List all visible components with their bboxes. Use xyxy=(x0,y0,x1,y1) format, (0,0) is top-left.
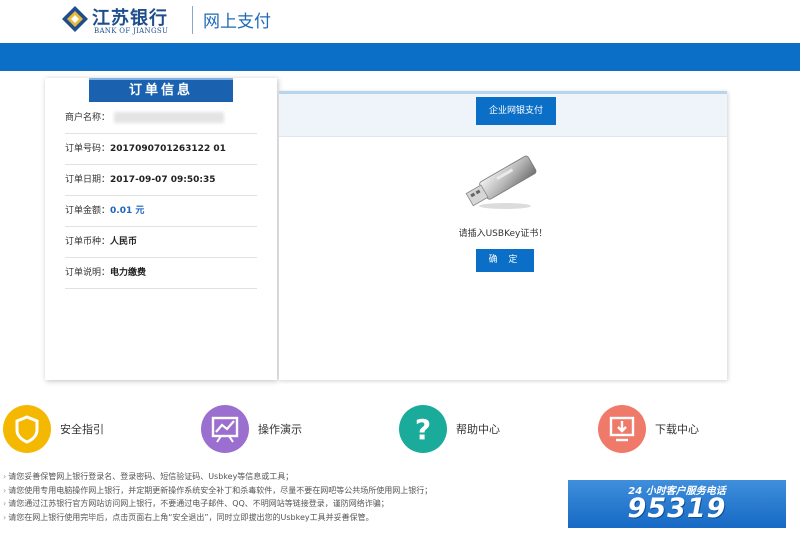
download-monitor-icon xyxy=(598,405,646,453)
order-label: 订单号码： xyxy=(65,144,111,154)
order-info-panel: 订单信息 商户名称： 订单号码：2017090701263122 01 订单日期… xyxy=(45,78,277,380)
order-row-currency: 订单币种：人民币 xyxy=(65,227,257,258)
notice-item: › 请您在网上银行使用完毕后，点击页面右上角“安全退出”，同时立即拔出您的Usbk… xyxy=(3,512,374,522)
order-label: 订单币种： xyxy=(65,237,111,247)
service-label: 下载中心 xyxy=(655,423,699,436)
bank-name-en: BANK OF JIANGSU xyxy=(94,27,169,35)
order-label: 订单日期： xyxy=(65,175,111,185)
order-label: 商户名称： xyxy=(65,113,111,123)
order-row-description: 订单说明：电力缴费 xyxy=(65,258,257,289)
security-notices: › 请您妥善保管网上银行登录名、登录密码、短信验证码、Usbkey等信息或工具； … xyxy=(3,470,563,524)
bank-logo[interactable]: 江苏银行 BANK OF JIANGSU xyxy=(60,2,190,40)
page-title: 网上支付 xyxy=(203,12,271,32)
svg-text:?: ? xyxy=(415,413,431,446)
merchant-name-redacted xyxy=(114,112,225,123)
order-description-value: 电力缴费 xyxy=(110,268,147,278)
order-number-value: 2017090701263122 01 xyxy=(110,144,226,154)
header: 江苏银行 BANK OF JIANGSU 网上支付 xyxy=(0,0,800,43)
service-label: 安全指引 xyxy=(60,423,104,436)
order-row-merchant: 商户名称： xyxy=(65,103,257,134)
order-row-amount: 订单金额：0.01 元 xyxy=(65,196,257,227)
order-currency-value: 人民币 xyxy=(110,237,138,247)
payment-tab-strip: 企业网银支付 xyxy=(279,94,727,137)
service-hotline-banner: 24 小时客户服务电话 95319 xyxy=(568,480,786,528)
service-help-center[interactable]: ? 帮助中心 xyxy=(399,405,519,453)
notice-item: › 请您使用专用电脑操作网上银行，并定期更新操作系统安全补丁和杀毒软件，尽量不要在… xyxy=(3,485,433,495)
order-row-number: 订单号码：2017090701263122 01 xyxy=(65,134,257,165)
order-amount-value: 0.01 元 xyxy=(110,206,145,216)
notice-item: › 请您通过江苏银行官方网站访问网上银行，不要通过电子邮件、QQ、不明网站等链接登… xyxy=(3,499,389,508)
service-security-guide[interactable]: 安全指引 xyxy=(3,405,123,453)
question-icon: ? xyxy=(399,405,447,453)
bank-logo-icon xyxy=(62,6,88,32)
confirm-button[interactable]: 确 定 xyxy=(476,249,534,272)
order-label: 订单金额： xyxy=(65,206,111,216)
hotline-number: 95319 xyxy=(627,493,727,524)
service-label: 操作演示 xyxy=(258,423,302,436)
tab-enterprise-payment[interactable]: 企业网银支付 xyxy=(476,97,556,125)
payment-panel: 企业网银支付 请插入USBKey证书！ 确 定 xyxy=(279,91,727,380)
nav-bar xyxy=(0,43,800,71)
service-label: 帮助中心 xyxy=(456,423,500,436)
presentation-chart-icon xyxy=(201,405,249,453)
service-demo[interactable]: 操作演示 xyxy=(201,405,321,453)
order-info-title: 订单信息 xyxy=(89,78,233,102)
usb-key-icon xyxy=(465,155,537,209)
order-date-value: 2017-09-07 09:50:35 xyxy=(110,175,216,185)
header-divider xyxy=(192,6,193,34)
notice-item: › 请您妥善保管网上银行登录名、登录密码、短信验证码、Usbkey等信息或工具； xyxy=(3,472,294,481)
order-label: 订单说明： xyxy=(65,268,111,278)
service-download-center[interactable]: 下载中心 xyxy=(598,405,718,453)
shield-icon xyxy=(3,405,51,453)
order-row-date: 订单日期：2017-09-07 09:50:35 xyxy=(65,165,257,196)
usbkey-prompt: 请插入USBKey证书！ xyxy=(458,229,548,239)
